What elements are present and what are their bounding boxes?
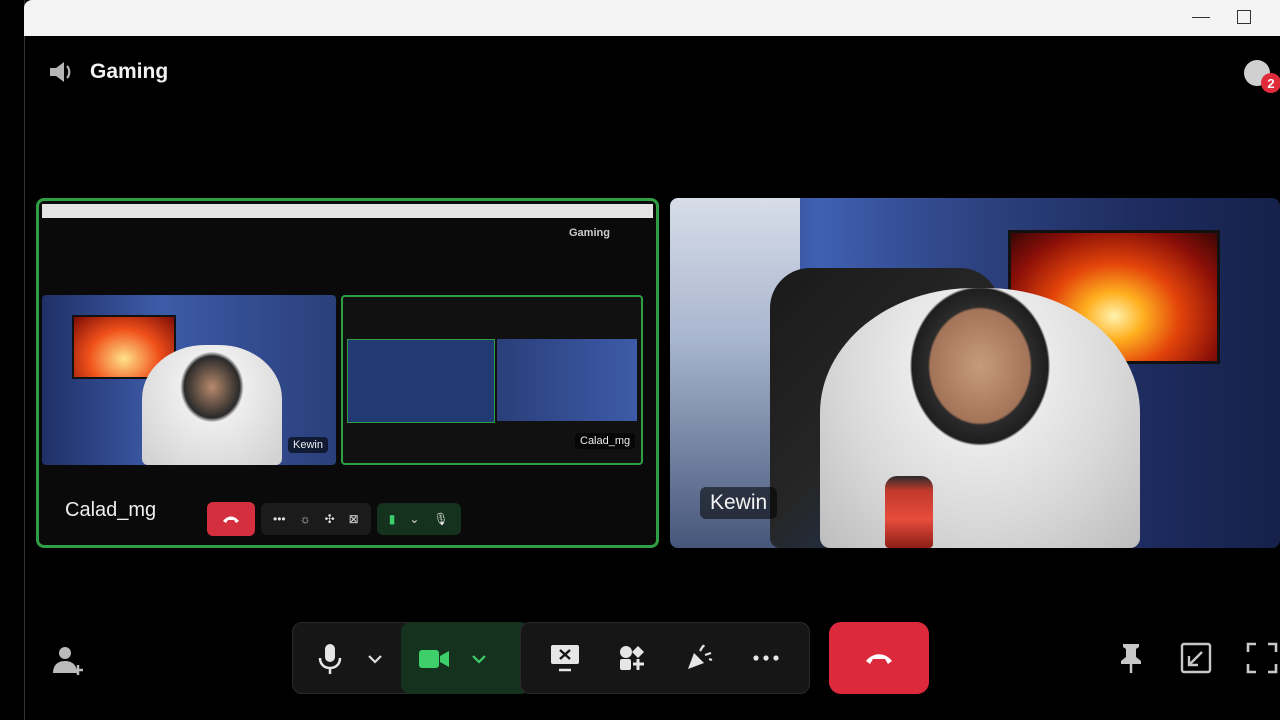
fullscreen-icon	[1246, 642, 1278, 674]
screen-share-icon	[550, 645, 579, 672]
channel-header: Gaming	[46, 56, 168, 88]
channel-title: Gaming	[90, 60, 169, 83]
mirror-channel-title: Gaming	[569, 227, 610, 239]
pin-button[interactable]	[1114, 640, 1148, 676]
video-participant	[820, 288, 1140, 548]
participant-name-kewin: Kewin	[700, 487, 778, 519]
mirror-hangup-icon	[207, 502, 255, 536]
popout-button[interactable]	[1178, 640, 1214, 676]
add-user-icon	[53, 647, 83, 675]
soundboard-icon	[687, 644, 712, 669]
mute-button[interactable]	[315, 641, 345, 677]
camera-button[interactable]	[417, 643, 451, 675]
disconnect-button[interactable]	[829, 622, 929, 694]
mirror-tile2-label: Calad_mg	[575, 433, 636, 449]
video-tile-calad[interactable]: Gaming Kewin Calad_mg Calad_mg ••• ☼ ✣ ⊠ ▮ ⌄…	[36, 198, 659, 548]
pin-icon	[1121, 644, 1141, 673]
soundboard-button[interactable]	[679, 638, 719, 678]
mirror-titlebar	[42, 204, 653, 218]
chevron-down-icon	[368, 655, 382, 664]
mirror-controls: ••• ☼ ✣ ⊠ ▮ ⌄ 🎙	[207, 501, 461, 537]
audio-video-controls	[292, 622, 530, 694]
mirror-tile1-label: Kewin	[288, 437, 328, 453]
mirror-nested-tile: Calad_mg	[341, 295, 643, 465]
mirror-video-tile: Kewin	[42, 295, 336, 465]
maximize-icon[interactable]	[1237, 10, 1251, 24]
window-titlebar	[24, 0, 1280, 36]
video-tile-kewin[interactable]: Kewin	[670, 198, 1280, 548]
notification-badge: 2	[1261, 73, 1280, 93]
speaker-icon	[50, 62, 71, 82]
more-dots-icon	[752, 655, 779, 661]
participant-name-calad: Calad_mg	[65, 499, 157, 521]
video-settings-dropdown[interactable]	[469, 649, 489, 669]
mirror-tools: ••• ☼ ✣ ⊠	[261, 503, 371, 535]
microphone-icon	[318, 644, 342, 674]
activities-icon	[619, 646, 644, 670]
audio-settings-dropdown[interactable]	[365, 649, 385, 669]
activities-button[interactable]	[612, 638, 652, 678]
fullscreen-button[interactable]	[1244, 640, 1280, 676]
video-camera-icon	[419, 650, 449, 668]
minimize-icon[interactable]	[1192, 17, 1210, 18]
video-microphone	[885, 476, 933, 548]
call-tools	[520, 622, 810, 694]
popout-icon	[1180, 642, 1212, 674]
hang-up-icon	[866, 654, 892, 664]
share-screen-button[interactable]	[545, 638, 585, 678]
invite-button[interactable]	[50, 642, 86, 678]
chevron-down-icon	[472, 655, 486, 664]
more-options-button[interactable]	[746, 638, 786, 678]
mirror-av: ▮ ⌄ 🎙	[376, 503, 461, 535]
